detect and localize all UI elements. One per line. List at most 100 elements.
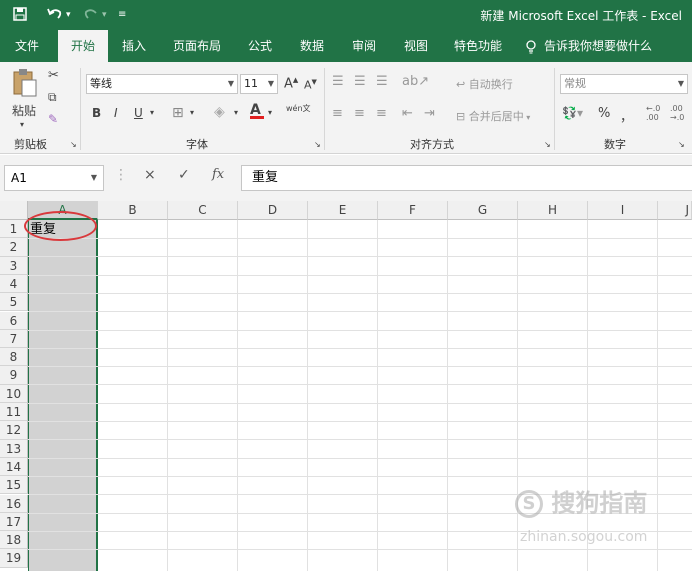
tab-page-layout[interactable]: 页面布局 <box>164 30 230 62</box>
font-color-icon[interactable]: A <box>250 102 264 119</box>
align-bottom-icon[interactable]: ☰ <box>376 74 388 89</box>
column-header-b[interactable]: B <box>98 201 168 220</box>
tab-formulas[interactable]: 公式 <box>238 30 282 62</box>
bold-button[interactable]: B <box>92 106 101 120</box>
save-icon[interactable] <box>12 6 28 27</box>
name-box[interactable]: A1 ▼ <box>4 165 104 191</box>
align-right-icon[interactable]: ≡ <box>376 106 387 121</box>
copy-icon[interactable]: ⧉ <box>48 90 57 105</box>
gridline <box>28 329 692 331</box>
row-header[interactable]: 4 <box>0 274 28 294</box>
align-top-icon[interactable]: ☰ <box>332 74 344 89</box>
column-header-c[interactable]: C <box>168 201 238 220</box>
row-header[interactable]: 17 <box>0 512 28 532</box>
decrease-indent-icon[interactable]: ⇤ <box>402 106 413 121</box>
cancel-icon[interactable]: × <box>144 167 156 183</box>
redo-dropdown-icon[interactable]: ▾ <box>102 6 107 24</box>
gridline <box>167 220 168 571</box>
wrap-text-button[interactable]: ↩ 自动换行 <box>456 76 513 92</box>
increase-indent-icon[interactable]: ⇥ <box>424 106 435 121</box>
border-icon[interactable]: ⊞ <box>172 105 184 121</box>
column-header-f[interactable]: F <box>378 201 448 220</box>
font-name-select[interactable]: 等线 ▼ <box>86 74 238 94</box>
tab-file[interactable]: 文件 <box>6 30 48 62</box>
decrease-decimal-icon[interactable]: .00 →.0 <box>670 104 684 122</box>
row-header[interactable]: 16 <box>0 494 28 513</box>
paste-button[interactable]: 粘贴 <box>12 102 36 119</box>
row-header[interactable]: 12 <box>0 421 28 440</box>
row-header[interactable]: 15 <box>0 476 28 495</box>
row-header[interactable]: 18 <box>0 531 28 550</box>
row-header[interactable]: 19 <box>0 549 28 568</box>
font-grow-icon[interactable]: A▲ <box>284 76 298 91</box>
window-title: 新建 Microsoft Excel 工作表 - Excel <box>480 9 682 23</box>
row-header[interactable]: 6 <box>0 311 28 330</box>
row-header[interactable]: 11 <box>0 403 28 422</box>
more-icon: ⋮ <box>114 167 128 183</box>
column-header-e[interactable]: E <box>308 201 378 220</box>
customize-icon[interactable]: ≡ <box>118 6 126 24</box>
tell-me-search[interactable]: 告诉我你想要做什么 <box>542 30 654 62</box>
increase-decimal-icon[interactable]: ←.0.00 <box>646 104 660 122</box>
select-all-button[interactable] <box>0 201 28 220</box>
column-header-j[interactable]: J <box>658 201 692 220</box>
insert-function-icon[interactable]: fx <box>212 167 224 182</box>
row-header[interactable]: 9 <box>0 366 28 385</box>
comma-button[interactable]: ， <box>620 106 633 125</box>
border-dropdown-icon[interactable]: ▾ <box>190 108 194 117</box>
row-header[interactable]: 10 <box>0 384 28 403</box>
row-header[interactable]: 14 <box>0 457 28 477</box>
number-format-select[interactable]: 常规 ▼ <box>560 74 688 94</box>
fill-color-icon[interactable]: ◈ <box>214 104 225 120</box>
tab-insert[interactable]: 插入 <box>112 30 156 62</box>
merge-center-button[interactable]: ⊟ 合并后居中 ▾ <box>456 108 530 124</box>
alignment-launcher-icon[interactable]: ↘ <box>544 140 551 149</box>
row-header[interactable]: 3 <box>0 256 28 275</box>
formula-input[interactable]: 重复 <box>241 165 692 191</box>
row-header[interactable]: 8 <box>0 348 28 367</box>
percent-button[interactable]: % <box>598 106 610 121</box>
row-header[interactable]: 5 <box>0 293 28 312</box>
font-size-select[interactable]: 11 ▼ <box>240 74 278 94</box>
align-center-icon[interactable]: ≡ <box>354 106 365 121</box>
row-header[interactable]: 13 <box>0 439 28 458</box>
tab-special[interactable]: 特色功能 <box>446 30 510 62</box>
tab-data[interactable]: 数据 <box>290 30 334 62</box>
undo-icon[interactable] <box>46 6 64 27</box>
paste-icon[interactable] <box>10 68 38 101</box>
font-color-dropdown-icon[interactable]: ▾ <box>268 108 272 117</box>
underline-dropdown-icon[interactable]: ▾ <box>150 108 154 117</box>
column-header-g[interactable]: G <box>448 201 518 220</box>
tab-review[interactable]: 审阅 <box>342 30 386 62</box>
column-header-d[interactable]: D <box>238 201 308 220</box>
align-left-icon[interactable]: ≡ <box>332 106 343 121</box>
number-launcher-icon[interactable]: ↘ <box>678 140 685 149</box>
row-header[interactable]: 2 <box>0 238 28 257</box>
column-header-i[interactable]: I <box>588 201 658 220</box>
tab-home[interactable]: 开始 <box>58 30 108 62</box>
tab-view[interactable]: 视图 <box>394 30 438 62</box>
currency-icon[interactable]: 💱▾ <box>562 106 583 120</box>
font-shrink-icon[interactable]: A▼ <box>304 78 317 92</box>
formula-bar: A1 ▼ ⋮ × ✓ fx 重复 <box>0 155 692 201</box>
gridline <box>28 549 692 551</box>
redo-icon[interactable] <box>82 6 100 27</box>
gridline <box>28 475 692 477</box>
fill-dropdown-icon[interactable]: ▾ <box>234 108 238 117</box>
paste-dropdown-icon[interactable]: ▾ <box>20 120 24 129</box>
format-painter-icon[interactable]: ✎ <box>48 112 58 126</box>
orientation-icon[interactable]: ab↗ <box>402 74 429 89</box>
font-launcher-icon[interactable]: ↘ <box>314 140 321 149</box>
cut-icon[interactable]: ✂ <box>48 68 59 83</box>
align-middle-icon[interactable]: ☰ <box>354 74 366 89</box>
underline-button[interactable]: U <box>134 106 143 120</box>
enter-icon[interactable]: ✓ <box>178 167 190 183</box>
undo-dropdown-icon[interactable]: ▾ <box>66 6 71 24</box>
phonetic-icon[interactable]: wén文 <box>286 104 311 113</box>
gridline <box>237 220 238 571</box>
worksheet-grid[interactable]: A B C D E F G H I J 1 2 3 4 5 6 7 8 9 10… <box>0 201 692 571</box>
italic-button[interactable]: I <box>114 106 118 120</box>
clipboard-launcher-icon[interactable]: ↘ <box>70 140 77 149</box>
column-header-h[interactable]: H <box>518 201 588 220</box>
row-header[interactable]: 7 <box>0 329 28 349</box>
